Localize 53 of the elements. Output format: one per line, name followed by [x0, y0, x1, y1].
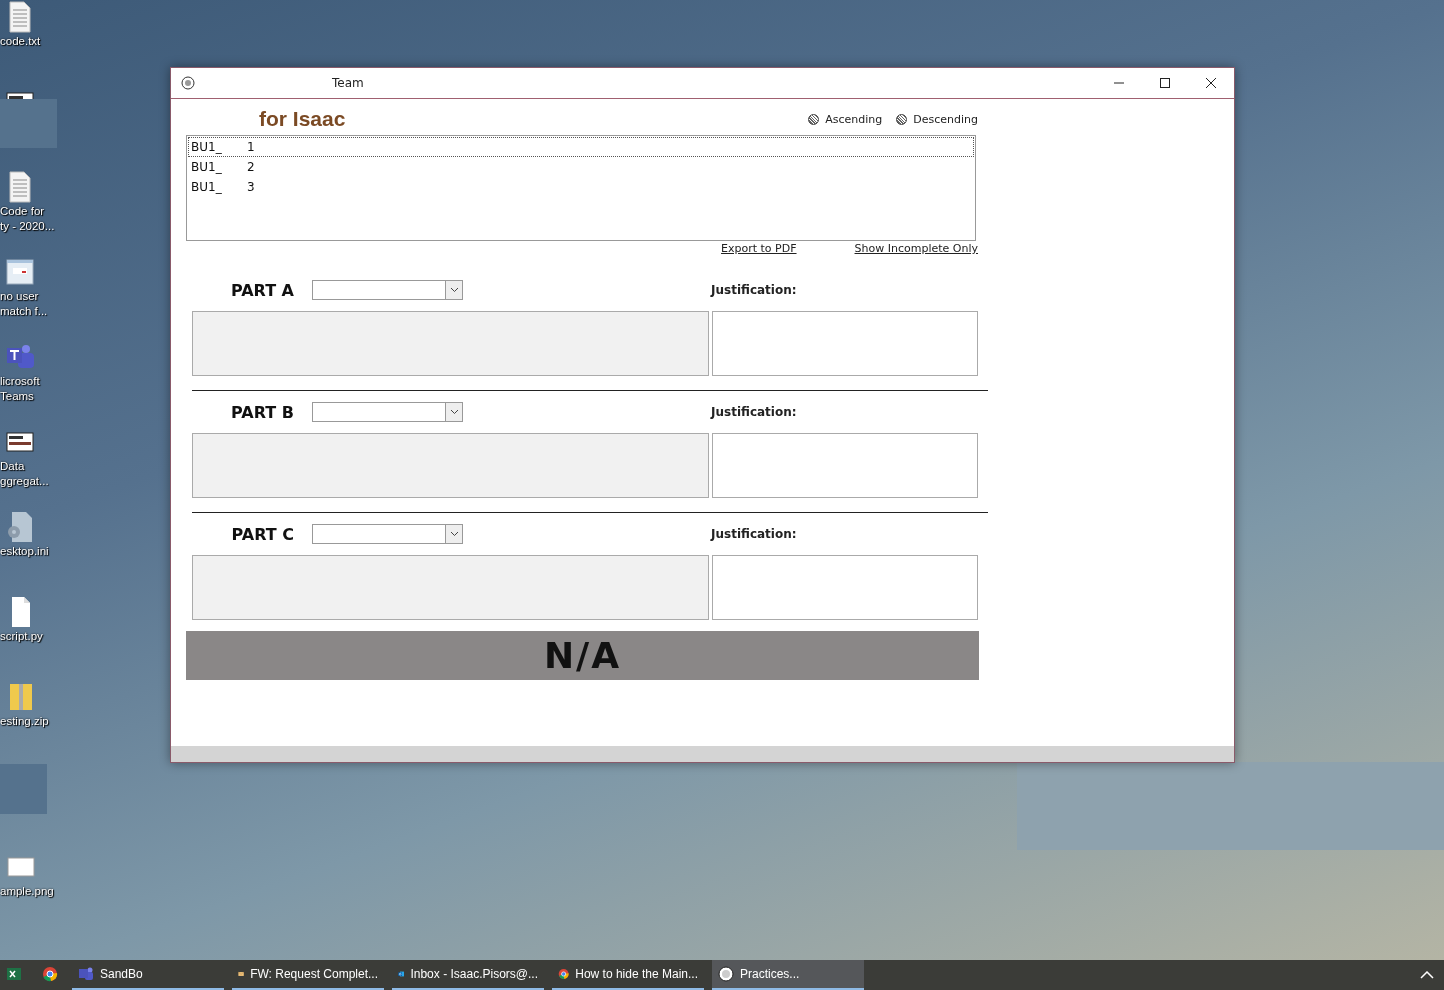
justification-label: Justification: — [711, 527, 797, 541]
desktop-icon-label[interactable]: no user match f... — [0, 289, 48, 319]
app-logo-icon — [718, 966, 734, 982]
sort-radio[interactable]: Ascending — [808, 112, 883, 126]
chevron-down-icon — [449, 409, 459, 415]
maximize-icon — [1160, 78, 1170, 88]
chevron-up-icon[interactable] — [1420, 971, 1434, 979]
cover-patch — [0, 764, 47, 814]
text-link[interactable]: Export to PDF — [721, 242, 797, 255]
chevron-down-icon — [449, 531, 459, 537]
text-area[interactable] — [192, 555, 709, 620]
text-link[interactable]: Show Incomplete Only — [854, 242, 978, 255]
desktop-icon-label[interactable]: script.py — [0, 629, 43, 644]
form-heading: for Isaac — [259, 107, 347, 131]
taskbar-item[interactable]: SandBo — [72, 960, 224, 990]
desktop-icon-label[interactable]: esting.zip — [0, 714, 49, 729]
desktop-icon-label[interactable]: code.txt — [0, 34, 41, 49]
desktop-icon-label[interactable]: Code for ty - 2020... — [0, 204, 55, 234]
cover-patch — [0, 99, 57, 148]
list-item[interactable]: BU1_ 3 — [188, 177, 974, 197]
list-item[interactable]: BU1_ 2 — [188, 157, 974, 177]
part-label: PART A — [229, 280, 294, 300]
browser-icon — [558, 966, 570, 982]
justification-field[interactable] — [712, 555, 978, 620]
desktop-icon-label[interactable]: licrosoft Teams — [0, 374, 40, 404]
list-item[interactable]: BU1_ 1 — [188, 137, 974, 157]
dropdown[interactable] — [312, 402, 463, 422]
desktop-icon-label[interactable]: Data ggregat... — [0, 459, 49, 489]
close-icon — [1206, 78, 1216, 88]
window-title: Team — [332, 76, 365, 90]
chevron-down-icon — [449, 287, 459, 293]
dropdown[interactable] — [312, 280, 463, 300]
app-logo-icon — [181, 76, 195, 90]
dropdown[interactable] — [312, 524, 463, 544]
list-box[interactable]: BU1_ 1 BU1_ 2 BU1_ 3 — [186, 135, 976, 241]
text-area[interactable] — [192, 311, 709, 376]
taskbar-item[interactable]: Inbox - Isaac.Pisors@... — [392, 960, 544, 990]
desktop-icon-label[interactable]: esktop.ini — [0, 544, 49, 559]
teams-icon — [78, 966, 94, 982]
result-bar: N/A — [186, 631, 979, 680]
part-label: PART C — [230, 524, 294, 544]
justification-field[interactable] — [712, 433, 978, 498]
taskbar-item[interactable]: How to hide the Main... — [552, 960, 704, 990]
text-area[interactable] — [192, 433, 709, 498]
justification-label: Justification: — [711, 405, 797, 419]
browser-icon — [42, 966, 58, 982]
sort-radio[interactable]: Descending — [896, 112, 978, 126]
part-label: PART B — [230, 402, 294, 422]
spreadsheet-icon — [6, 966, 22, 982]
taskbar-item[interactable]: Practices... — [712, 960, 864, 990]
taskbar-item[interactable]: FW: Request Complet... — [232, 960, 384, 990]
justification-label: Justification: — [711, 283, 797, 297]
justification-field[interactable] — [712, 311, 978, 376]
